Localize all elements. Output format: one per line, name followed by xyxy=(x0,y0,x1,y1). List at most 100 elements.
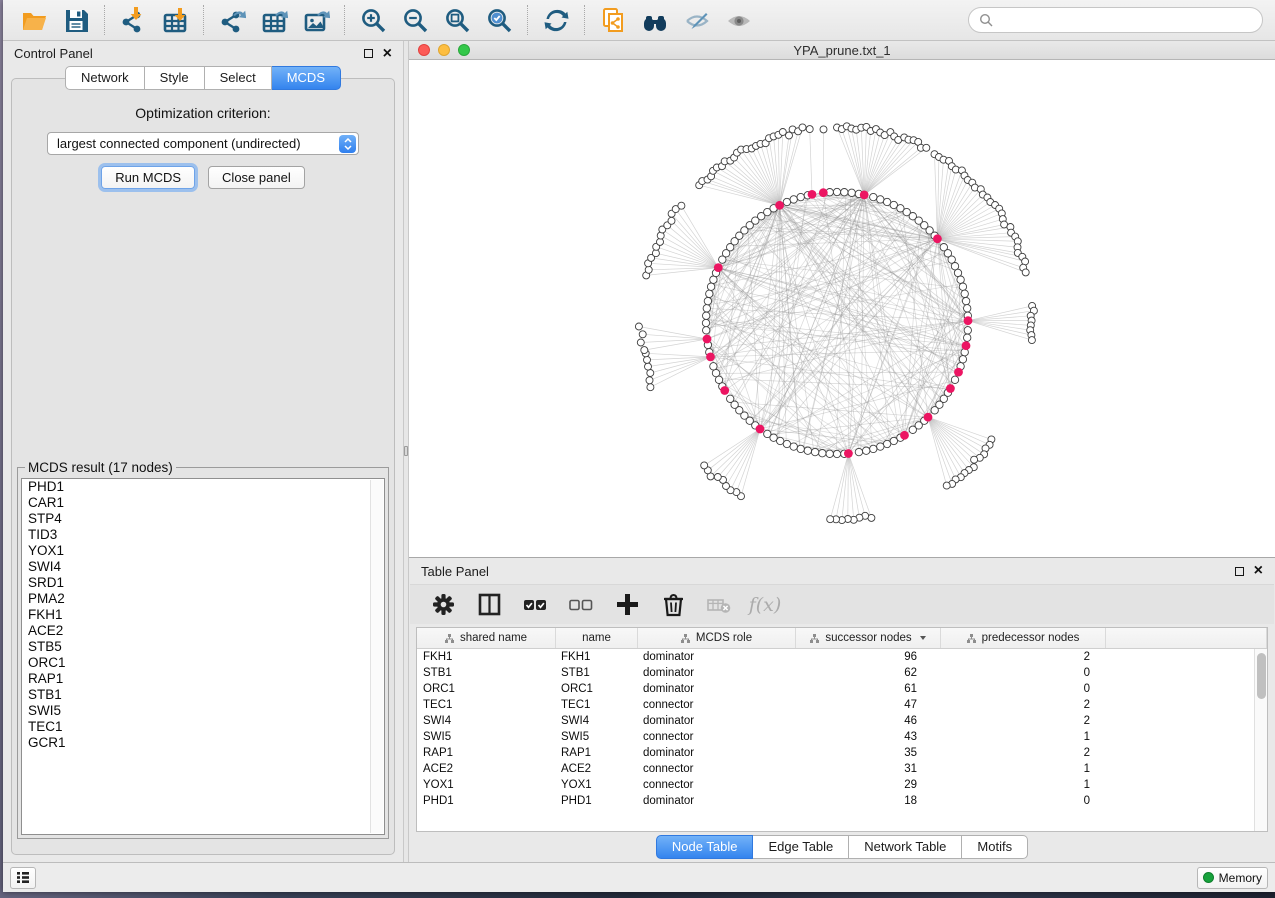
split-columns-button[interactable] xyxy=(472,589,506,621)
table-row[interactable]: SWI4SWI4dominator462 xyxy=(417,713,1267,729)
table-row[interactable]: ACE2ACE2connector311 xyxy=(417,761,1267,777)
table-cell: 0 xyxy=(941,795,1106,807)
column-header-successor-nodes[interactable]: successor nodes xyxy=(796,628,941,648)
mcds-result-item[interactable]: PMA2 xyxy=(22,591,384,607)
table-row[interactable]: FKH1FKH1dominator962 xyxy=(417,649,1267,665)
mcds-result-item[interactable]: SWI4 xyxy=(22,559,384,575)
table-cell: 29 xyxy=(796,779,941,791)
tab-network-table[interactable]: Network Table xyxy=(849,835,962,859)
import-network-button[interactable] xyxy=(114,3,152,37)
table-row[interactable]: ORC1ORC1dominator610 xyxy=(417,681,1267,697)
zoom-fit-button[interactable] xyxy=(438,3,476,37)
network-graph[interactable] xyxy=(409,60,1275,557)
mcds-result-item[interactable]: STP4 xyxy=(22,511,384,527)
column-header-name[interactable]: name xyxy=(556,628,638,648)
tab-style[interactable]: Style xyxy=(145,66,205,90)
tab-edge-table[interactable]: Edge Table xyxy=(753,835,849,859)
import-table-button[interactable] xyxy=(156,3,194,37)
hide-graphics-details-button[interactable] xyxy=(678,3,716,37)
close-panel-icon[interactable]: × xyxy=(383,49,392,59)
column-header-MCDS-role[interactable]: MCDS role xyxy=(638,628,796,648)
delete-column-button[interactable] xyxy=(656,589,690,621)
table-cell: connector xyxy=(638,731,796,743)
criterion-dropdown[interactable]: largest connected component (undirected) xyxy=(47,132,359,155)
network-canvas[interactable] xyxy=(409,60,1275,557)
mcds-result-item[interactable]: TID3 xyxy=(22,527,384,543)
search-input[interactable] xyxy=(999,13,1252,28)
memory-label: Memory xyxy=(1219,871,1262,885)
mcds-list-scrollbar[interactable] xyxy=(370,480,383,833)
run-mcds-button[interactable]: Run MCDS xyxy=(101,166,195,189)
table-cell: 46 xyxy=(796,715,941,727)
tab-network[interactable]: Network xyxy=(65,66,145,90)
table-scrollbar-thumb[interactable] xyxy=(1257,653,1266,699)
mcds-result-item[interactable]: ACE2 xyxy=(22,623,384,639)
hide-graphics-details-icon xyxy=(684,7,711,34)
export-image-button[interactable] xyxy=(297,3,335,37)
mcds-result-item[interactable]: CAR1 xyxy=(22,495,384,511)
table-row[interactable]: RAP1RAP1dominator352 xyxy=(417,745,1267,761)
zoom-in-button[interactable] xyxy=(354,3,392,37)
table-cell: dominator xyxy=(638,715,796,727)
apply-function-button[interactable]: f(x) xyxy=(748,589,782,621)
mcds-result-item[interactable]: PHD1 xyxy=(22,479,384,495)
table-row[interactable]: PHD1PHD1dominator180 xyxy=(417,793,1267,809)
export-network-button[interactable] xyxy=(213,3,251,37)
mcds-result-item[interactable]: ORC1 xyxy=(22,655,384,671)
export-table-button[interactable] xyxy=(255,3,293,37)
close-panel-button[interactable]: Close panel xyxy=(208,166,305,189)
mcds-result-item[interactable]: GCR1 xyxy=(22,735,384,751)
attribute-type-icon xyxy=(967,634,976,643)
network-window-titlebar[interactable]: YPA_prune.txt_1 xyxy=(409,41,1275,60)
select-all-checkboxes-button[interactable] xyxy=(518,589,552,621)
open-file-button[interactable] xyxy=(15,3,53,37)
mcds-result-item[interactable]: YOX1 xyxy=(22,543,384,559)
refresh-icon xyxy=(543,7,570,34)
memory-button[interactable]: Memory xyxy=(1197,867,1268,889)
toolbar-separator xyxy=(104,5,105,35)
mcds-result-item[interactable]: TEC1 xyxy=(22,719,384,735)
mcds-result-item[interactable]: STB5 xyxy=(22,639,384,655)
table-cell: 35 xyxy=(796,747,941,759)
settings-gear-button[interactable] xyxy=(426,589,460,621)
zoom-out-button[interactable] xyxy=(396,3,434,37)
mcds-result-item[interactable]: SWI5 xyxy=(22,703,384,719)
float-table-panel-icon[interactable] xyxy=(1235,567,1244,576)
task-history-button[interactable] xyxy=(10,867,36,889)
delete-column-icon xyxy=(660,591,687,618)
toolbar-separator xyxy=(344,5,345,35)
mcds-result-item[interactable]: RAP1 xyxy=(22,671,384,687)
splitter-handle-icon[interactable] xyxy=(404,446,408,456)
mcds-result-item[interactable]: FKH1 xyxy=(22,607,384,623)
zoom-selected-button[interactable] xyxy=(480,3,518,37)
table-row[interactable]: TEC1TEC1connector472 xyxy=(417,697,1267,713)
mcds-result-item[interactable]: SRD1 xyxy=(22,575,384,591)
column-header-shared-name[interactable]: shared name xyxy=(417,628,556,648)
tab-mcds[interactable]: MCDS xyxy=(272,66,341,90)
first-neighbors-button[interactable] xyxy=(636,3,674,37)
table-row[interactable]: STB1STB1dominator620 xyxy=(417,665,1267,681)
table-row[interactable]: YOX1YOX1connector291 xyxy=(417,777,1267,793)
table-scrollbar[interactable] xyxy=(1254,649,1267,831)
tab-node-table[interactable]: Node Table xyxy=(656,835,754,859)
add-column-button[interactable] xyxy=(610,589,644,621)
close-table-panel-icon[interactable]: × xyxy=(1254,566,1263,576)
mcds-result-list[interactable]: PHD1CAR1STP4TID3YOX1SWI4SRD1PMA2FKH1ACE2… xyxy=(21,478,385,835)
refresh-button[interactable] xyxy=(537,3,575,37)
unselect-all-checkboxes-button[interactable] xyxy=(564,589,598,621)
tab-select[interactable]: Select xyxy=(205,66,272,90)
new-network-from-selection-button[interactable] xyxy=(594,3,632,37)
show-graphics-details-button[interactable] xyxy=(720,3,758,37)
tab-motifs[interactable]: Motifs xyxy=(962,835,1028,859)
float-panel-icon[interactable] xyxy=(364,49,373,58)
table-row[interactable]: SWI5SWI5connector431 xyxy=(417,729,1267,745)
mcds-result-item[interactable]: STB1 xyxy=(22,687,384,703)
table-panel-tabs: Node TableEdge TableNetwork TableMotifs xyxy=(409,832,1275,862)
column-header-predecessor-nodes[interactable]: predecessor nodes xyxy=(941,628,1106,648)
delete-table-button[interactable] xyxy=(702,589,736,621)
table-cell: 43 xyxy=(796,731,941,743)
search-field[interactable] xyxy=(968,7,1263,33)
save-session-button[interactable] xyxy=(57,3,95,37)
table-cell: RAP1 xyxy=(417,747,556,759)
import-table-icon xyxy=(162,7,189,34)
